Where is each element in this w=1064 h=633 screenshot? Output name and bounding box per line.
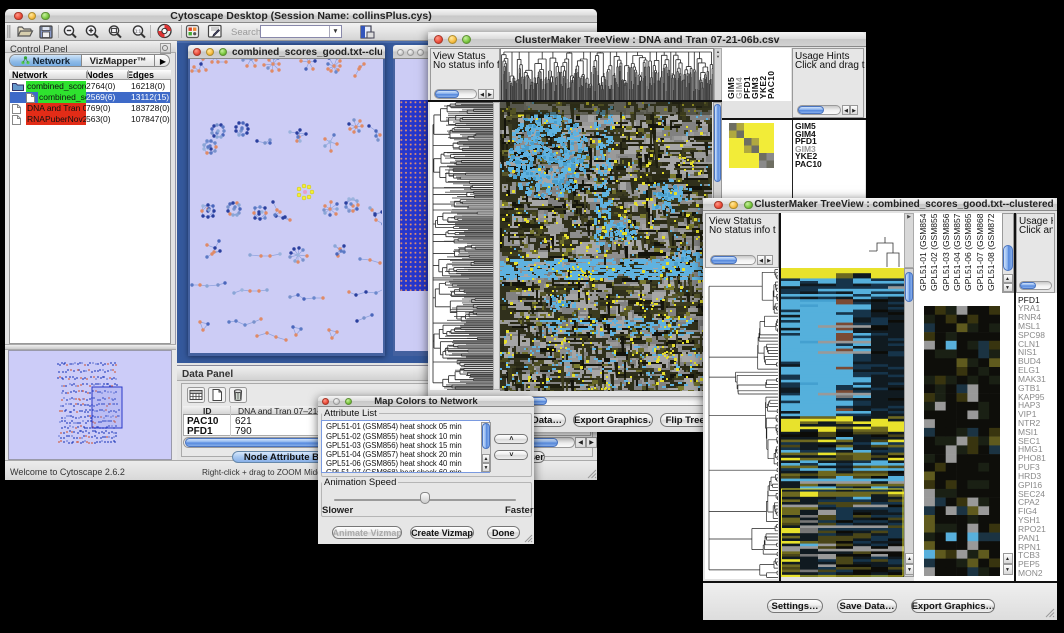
svg-text:1:1: 1:1 xyxy=(135,28,142,33)
